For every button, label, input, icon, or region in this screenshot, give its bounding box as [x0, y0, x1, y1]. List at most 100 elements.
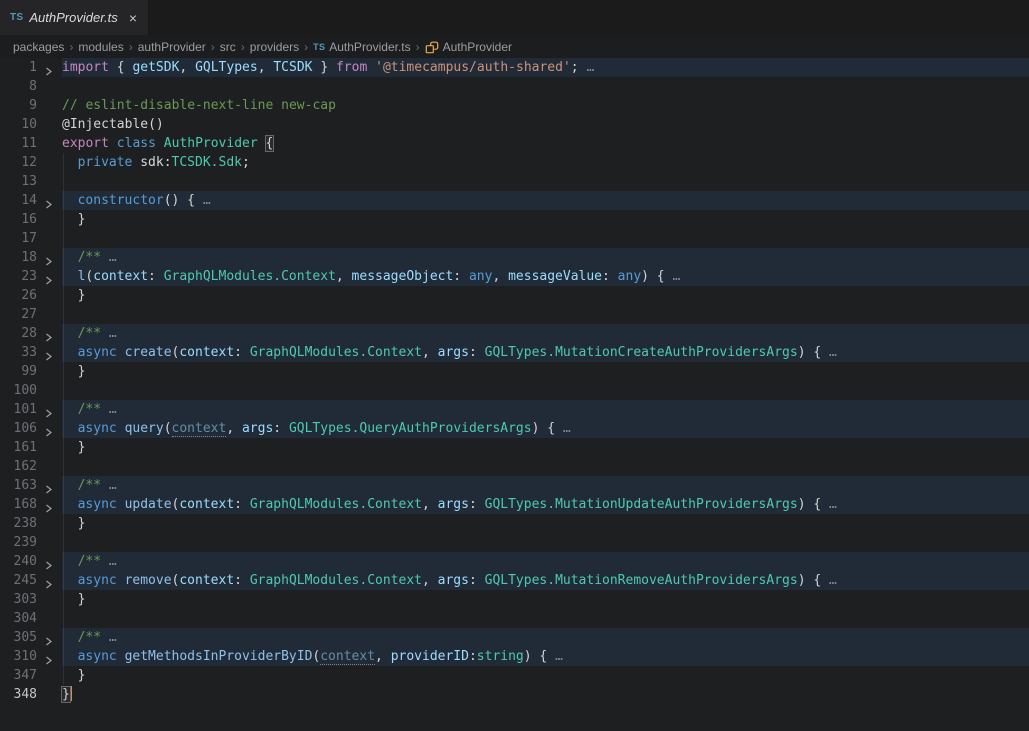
code-line-10[interactable]: 10@Injectable()	[0, 115, 1029, 134]
code-line-310[interactable]: 310async getMethodsInProviderByID(contex…	[0, 647, 1029, 666]
line-number: 161	[0, 438, 37, 457]
token-var: args	[438, 573, 469, 588]
folded-code-ellipsis[interactable]: …	[563, 421, 571, 436]
token-type: TCSDK.Sdk	[172, 155, 242, 170]
code-line-305[interactable]: 305/** …	[0, 628, 1029, 647]
fold-chevron-icon[interactable]	[45, 424, 53, 433]
folded-code-ellipsis[interactable]: …	[109, 478, 117, 493]
fold-chevron-icon[interactable]	[45, 329, 53, 338]
token-pun: }	[78, 212, 86, 227]
fold-chevron-icon[interactable]	[45, 557, 53, 566]
breadcrumb-item-modules[interactable]: modules	[78, 40, 123, 54]
code-line-168[interactable]: 168async update(context: GraphQLModules.…	[0, 495, 1029, 514]
code-text: }	[62, 286, 85, 305]
code-line-100[interactable]: 100	[0, 381, 1029, 400]
code-line-245[interactable]: 245async remove(context: GraphQLModules.…	[0, 571, 1029, 590]
breadcrumb-item-src[interactable]: src	[220, 40, 236, 54]
token-pun: ,	[422, 497, 438, 512]
fold-chevron-icon[interactable]	[45, 253, 53, 262]
folded-code-ellipsis[interactable]: …	[203, 193, 211, 208]
token-type: AuthProvider	[164, 136, 258, 151]
code-line-13[interactable]: 13	[0, 172, 1029, 191]
token-pun: }	[78, 440, 86, 455]
code-line-347[interactable]: 347}	[0, 666, 1029, 685]
token-fn: getMethodsInProviderByID	[125, 649, 313, 664]
code-editor[interactable]: 1import { getSDK, GQLTypes, TCSDK } from…	[0, 58, 1029, 731]
folded-code-ellipsis[interactable]: …	[109, 326, 117, 341]
fold-chevron-icon[interactable]	[45, 272, 53, 281]
code-line-161[interactable]: 161}	[0, 438, 1029, 457]
code-line-23[interactable]: 23l(context: GraphQLModules.Context, mes…	[0, 267, 1029, 286]
code-line-33[interactable]: 33async create(context: GraphQLModules.C…	[0, 343, 1029, 362]
code-line-8[interactable]: 8	[0, 77, 1029, 96]
token-pun: :	[453, 269, 469, 284]
code-line-28[interactable]: 28/** …	[0, 324, 1029, 343]
code-line-9[interactable]: 9// eslint-disable-next-line new-cap	[0, 96, 1029, 115]
code-line-163[interactable]: 163/** …	[0, 476, 1029, 495]
fold-chevron-icon[interactable]	[45, 652, 53, 661]
token-var: context	[93, 269, 148, 284]
chevron-right-icon: ›	[129, 40, 133, 54]
line-number: 10	[0, 115, 37, 134]
close-icon[interactable]: ×	[126, 9, 140, 27]
folded-code-ellipsis[interactable]: …	[109, 630, 117, 645]
folded-code-ellipsis[interactable]: …	[109, 402, 117, 417]
code-line-16[interactable]: 16}	[0, 210, 1029, 229]
fold-chevron-icon[interactable]	[45, 405, 53, 414]
code-line-101[interactable]: 101/** …	[0, 400, 1029, 419]
folded-code-ellipsis[interactable]: …	[555, 649, 563, 664]
breadcrumb-item-class-symbol[interactable]: AuthProvider	[425, 40, 512, 54]
code-line-12[interactable]: 12private sdk:TCSDK.Sdk;	[0, 153, 1029, 172]
line-number: 16	[0, 210, 37, 229]
code-line-99[interactable]: 99}	[0, 362, 1029, 381]
token-pun: :	[148, 269, 164, 284]
chevron-right-icon: ›	[416, 40, 420, 54]
breadcrumb-item-providers[interactable]: providers	[250, 40, 299, 54]
code-line-27[interactable]: 27	[0, 305, 1029, 324]
code-line-17[interactable]: 17	[0, 229, 1029, 248]
code-line-240[interactable]: 240/** …	[0, 552, 1029, 571]
fold-chevron-icon[interactable]	[45, 481, 53, 490]
folded-code-ellipsis[interactable]: …	[829, 573, 837, 588]
line-number: 12	[0, 153, 37, 172]
fold-chevron-icon[interactable]	[45, 500, 53, 509]
token-dim: context	[172, 421, 227, 437]
folded-code-ellipsis[interactable]: …	[109, 250, 117, 265]
code-line-1[interactable]: 1import { getSDK, GQLTypes, TCSDK } from…	[0, 58, 1029, 77]
code-line-239[interactable]: 239	[0, 533, 1029, 552]
folded-code-ellipsis[interactable]: …	[829, 497, 837, 512]
code-line-238[interactable]: 238}	[0, 514, 1029, 533]
fold-chevron-icon[interactable]	[45, 196, 53, 205]
text-cursor	[70, 686, 72, 701]
typescript-icon: TS	[10, 12, 23, 23]
token-kw2: async	[78, 421, 117, 436]
fold-chevron-icon[interactable]	[45, 576, 53, 585]
folded-code-ellipsis[interactable]: …	[672, 269, 680, 284]
tab-bar: TS AuthProvider.ts ×	[0, 0, 1029, 35]
code-line-304[interactable]: 304	[0, 609, 1029, 628]
fold-chevron-icon[interactable]	[45, 348, 53, 357]
folded-code-ellipsis[interactable]: …	[109, 554, 117, 569]
tab-authprovider[interactable]: TS AuthProvider.ts ×	[0, 0, 149, 35]
code-line-348[interactable]: 348}	[0, 685, 1029, 704]
folded-code-ellipsis[interactable]: …	[586, 60, 594, 75]
code-text: // eslint-disable-next-line new-cap	[62, 96, 336, 115]
line-number: 8	[0, 77, 37, 96]
breadcrumb-item-packages[interactable]: packages	[13, 40, 64, 54]
fold-chevron-icon[interactable]	[45, 63, 53, 72]
code-line-18[interactable]: 18/** …	[0, 248, 1029, 267]
code-line-11[interactable]: 11export class AuthProvider {	[0, 134, 1029, 153]
breadcrumb-item-file[interactable]: TS AuthProvider.ts	[313, 40, 410, 54]
code-line-303[interactable]: 303}	[0, 590, 1029, 609]
token-dim: context	[320, 649, 375, 665]
breadcrumb-item-authprovider-dir[interactable]: authProvider	[138, 40, 206, 54]
token-cmt: /**	[78, 250, 109, 265]
fold-chevron-icon[interactable]	[45, 633, 53, 642]
folded-code-ellipsis[interactable]: …	[829, 345, 837, 360]
token-pun: ;	[242, 155, 250, 170]
code-line-26[interactable]: 26}	[0, 286, 1029, 305]
code-line-106[interactable]: 106async query(context, args: GQLTypes.Q…	[0, 419, 1029, 438]
code-line-14[interactable]: 14constructor() { …	[0, 191, 1029, 210]
code-line-162[interactable]: 162	[0, 457, 1029, 476]
line-number: 310	[0, 647, 37, 666]
